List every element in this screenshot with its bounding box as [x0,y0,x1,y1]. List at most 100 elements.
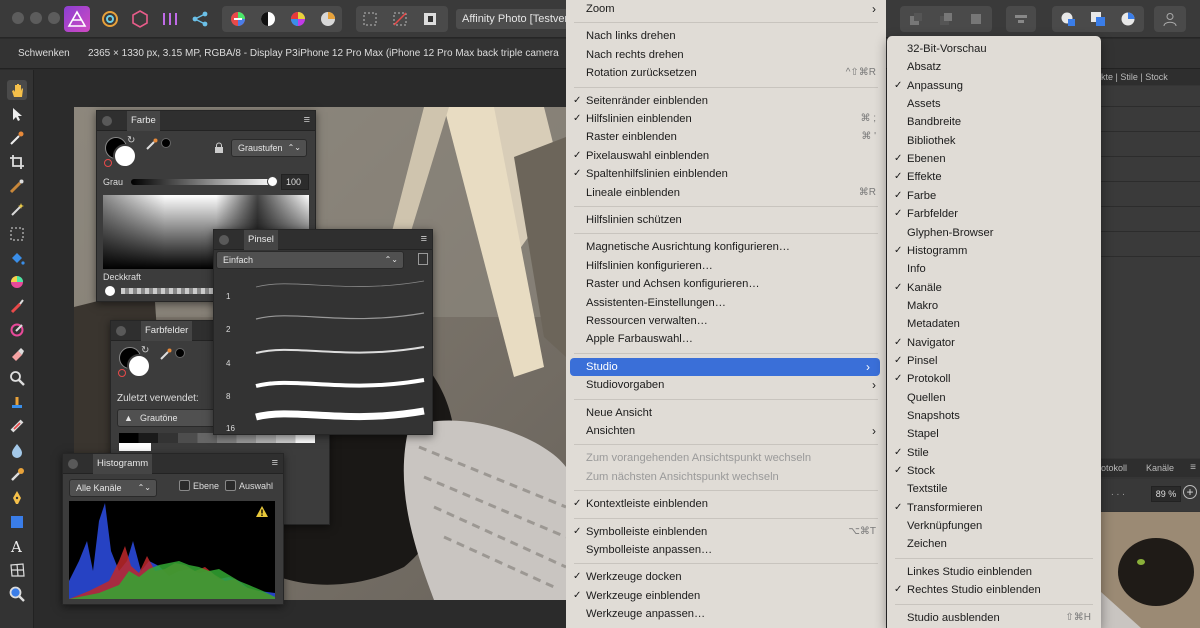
rectangle-tool-icon[interactable] [7,512,27,532]
menu-item-kontextleiste-einblenden[interactable]: ✓ Kontextleiste einblenden [566,495,886,513]
menu-item-spaltenhilfslinien-einblenden[interactable]: ✓ Spaltenhilfslinien einblenden [566,165,886,183]
studio-item-stapel[interactable]: Stapel [887,425,1101,443]
gray-slider-handle[interactable] [267,176,278,187]
studio-item-glyphen-browser[interactable]: Glyphen-Browser [887,224,1101,242]
studio-item-stile[interactable]: ✓ Stile [887,444,1101,462]
eyedropper-icon[interactable] [145,137,159,154]
tone-mapping-persona-icon[interactable] [160,9,180,29]
panel-menu-icon[interactable]: ≡ [272,457,278,469]
add-shape-icon[interactable] [1058,9,1078,29]
menu-item-zoom[interactable]: Zoom › [566,0,886,18]
marquee-icon[interactable] [360,9,380,29]
contrast-icon[interactable] [258,9,278,29]
studio-item-histogramm[interactable]: ✓ Histogramm [887,242,1101,260]
studio-item-zeichen[interactable]: Zeichen [887,535,1101,553]
studio-item-bibliothek[interactable]: Bibliothek [887,132,1101,150]
menu-item-symbolleiste-einblenden[interactable]: ✓ Symbolleiste einblenden ⌥⌘T [566,523,886,541]
window-zoom-button[interactable] [48,12,60,24]
fill-color-swatch[interactable] [113,144,137,168]
studio-item-quellen[interactable]: Quellen [887,389,1101,407]
studio-tabs-top[interactable]: kte | Stile | Stock [1101,69,1200,85]
swap-colors-icon[interactable]: ↻ [127,135,135,146]
brush-category-select[interactable]: Einfach ⌃⌄ [216,251,404,269]
brush-size-label[interactable]: 8 [226,392,230,401]
palette-select[interactable]: ▲ Grautöne [117,409,217,427]
menu-item-studio[interactable]: Studio › [570,357,880,377]
channels-tab[interactable]: Kanäle [1146,459,1174,477]
studio-item-textstile[interactable]: Textstile [887,480,1101,498]
menu-item-symbolleiste-anpassen[interactable]: Symbolleiste anpassen… [566,541,886,559]
histogram-channel-select[interactable]: Alle Kanäle ⌃⌄ [69,479,157,497]
white-balance-icon[interactable] [318,9,338,29]
menu-item-apple-farbauswahl[interactable]: Apple Farbauswahl… [566,330,886,348]
brush-size-label[interactable]: 2 [226,325,230,334]
develop-persona-icon[interactable] [130,9,150,29]
studio-item-verknüpfungen[interactable]: Verknüpfungen [887,517,1101,535]
menu-item-hilfslinien-konfigurieren[interactable]: Hilfslinien konfigurieren… [566,257,886,275]
menu-item-hilfslinien-schützen[interactable]: Hilfslinien schützen [566,211,886,229]
menu-item-rotation-zurücksetzen[interactable]: Rotation zurücksetzen ^⇧⌘R [566,64,886,82]
picked-color-swatch[interactable] [161,138,171,148]
protocol-tab[interactable]: otokoll [1101,463,1127,473]
panel-menu-icon[interactable]: ≡ [1190,459,1196,477]
studio-item-metadaten[interactable]: Metadaten [887,315,1101,333]
zoom-value-field[interactable]: 89 % [1151,486,1181,502]
studio-item-pinsel[interactable]: ✓ Pinsel [887,352,1101,370]
invert-selection-icon[interactable] [420,9,440,29]
account-icon[interactable] [1160,9,1180,29]
white-swatch[interactable] [119,443,151,451]
menu-item-neue-ansicht[interactable]: Neue Ansicht [566,404,886,422]
menu-item-seitenränder-einblenden[interactable]: ✓ Seitenränder einblenden [566,92,886,110]
menu-item-lineale-einblenden[interactable]: Lineale einblenden ⌘R [566,184,886,202]
menu-item-raster-und-achsen-konfigurieren[interactable]: Raster und Achsen konfigurieren… [566,275,886,293]
smudge-brush-tool-icon[interactable] [7,464,27,484]
mesh-warp-tool-icon[interactable] [7,560,27,580]
arrange-backward-icon[interactable] [936,9,956,29]
selection-checkbox[interactable] [225,480,236,491]
panel-menu-icon[interactable]: ≡ [421,233,427,245]
color-mode-select[interactable]: Graustufen ⌃⌄ [231,139,307,157]
studio-item-absatz[interactable]: Absatz [887,58,1101,76]
brush-size-label[interactable]: 4 [226,359,230,368]
fill-tool-icon[interactable] [7,248,27,268]
menu-item-ressourcen-verwalten[interactable]: Ressourcen verwalten… [566,312,886,330]
zoom-in-icon[interactable]: + [1183,485,1197,499]
fill-color-swatch[interactable] [127,354,151,378]
clone-tool-icon[interactable] [7,392,27,412]
menu-item-pixelauswahl-einblenden[interactable]: ✓ Pixelauswahl einblenden [566,147,886,165]
window-close-button[interactable] [12,12,24,24]
swap-colors-icon[interactable]: ↻ [141,345,149,356]
studio-item-makro[interactable]: Makro [887,297,1101,315]
move-tool-icon[interactable] [7,104,27,124]
studio-item-assets[interactable]: Assets [887,95,1101,113]
studio-item-kanäle[interactable]: ✓ Kanäle [887,279,1101,297]
panel-close-button[interactable] [102,116,112,126]
brush-size-label[interactable]: 1 [226,292,230,301]
erase-brush-tool-icon[interactable] [7,344,27,364]
gray-slider[interactable] [131,179,275,185]
panel-close-button[interactable] [219,235,229,245]
no-color-icon[interactable] [104,159,112,167]
studio-item-32-bit-vorschau[interactable]: 32-Bit-Vorschau [887,40,1101,58]
pen-tool-icon[interactable] [7,488,27,508]
studio-item-transformieren[interactable]: ✓ Transformieren [887,499,1101,517]
menu-item-studiovorgaben[interactable]: Studiovorgaben › [566,376,886,394]
studio-item-farbe[interactable]: ✓ Farbe [887,187,1101,205]
pan-tool-icon[interactable] [7,80,27,100]
intersect-shape-icon[interactable] [1118,9,1138,29]
menu-item-werkzeuge-docken[interactable]: ✓ Werkzeuge docken [566,568,886,586]
studio-item-effekte[interactable]: ✓ Effekte [887,168,1101,186]
menu-item-magnetische-ausrichtung-konfigurieren[interactable]: Magnetische Ausrichtung konfigurieren… [566,238,886,256]
warning-icon[interactable] [255,505,269,518]
studio-item-snapshots[interactable]: Snapshots [887,407,1101,425]
studio-item-stock[interactable]: ✓ Stock [887,462,1101,480]
studio-item-ebenen[interactable]: ✓ Ebenen [887,150,1101,168]
liquify-persona-icon[interactable] [100,9,120,29]
eyedropper-icon[interactable] [159,347,173,364]
hue-icon[interactable] [288,9,308,29]
crop-tool-icon[interactable] [7,152,27,172]
studio-item-studio-ausblenden[interactable]: Studio ausblenden ⇧⌘H [887,609,1101,627]
studio-item-bandbreite[interactable]: Bandbreite [887,113,1101,131]
studio-item-linkes-studio-einblenden[interactable]: Linkes Studio einblenden [887,563,1101,581]
deselect-icon[interactable] [390,9,410,29]
